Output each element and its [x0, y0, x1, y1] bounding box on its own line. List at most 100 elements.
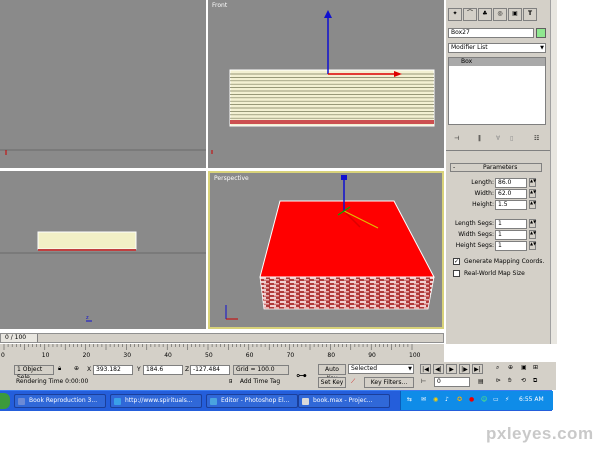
display-tab-icon[interactable]: ▣ — [508, 8, 522, 21]
y-label: Y — [137, 366, 141, 373]
time-slider[interactable]: 0 / 100 — [0, 333, 444, 343]
param-value-field[interactable]: 1 — [495, 219, 527, 229]
taskbar-item-label: Book Reproduction 3... — [29, 397, 98, 404]
taskbar-item[interactable]: Editor - Photoshop El... — [206, 394, 298, 408]
tray-icon-security[interactable]: ◉ — [433, 396, 438, 403]
spinner-arrows-icon[interactable]: ▲▼ — [529, 241, 536, 250]
system-tray: ⇆ ✉ ◉ ♪ ✪ ● ☺ ▭ ⚡ 6:55 AM — [400, 391, 553, 410]
tray-icon-antivirus[interactable]: ● — [469, 396, 474, 403]
param-value-field[interactable]: 1 — [495, 241, 527, 251]
pan-icon[interactable]: ✋︎ — [508, 377, 511, 385]
y-coordinate-field[interactable]: 184.6 — [143, 365, 183, 375]
tray-icon-volume[interactable]: ♪ — [445, 396, 449, 403]
x-label: X — [87, 366, 92, 373]
panel-scrollbar[interactable] — [550, 0, 557, 344]
hierarchy-tab-icon[interactable]: ♣ — [478, 8, 492, 21]
time-tick-label: 10 — [41, 352, 50, 359]
top-view-grid — [0, 149, 206, 155]
remove-modifier-icon[interactable]: ▯ — [510, 135, 513, 142]
parameters-rollout-header[interactable]: - Parameters — [450, 163, 542, 172]
spinner-arrows-icon[interactable]: ▲▼ — [529, 189, 536, 198]
create-tab-icon[interactable]: ✦ — [448, 8, 462, 21]
fov-icon[interactable]: ⊳ — [496, 377, 501, 384]
taskbar-item-label: http://www.spirituals... — [125, 397, 193, 404]
z-coordinate-field[interactable]: -127.484 — [190, 365, 230, 375]
modify-tab-icon[interactable]: ⌒ — [463, 8, 477, 21]
utilities-tab-icon[interactable]: T — [523, 8, 537, 21]
add-time-tag-button[interactable]: Add Time Tag — [232, 377, 288, 388]
x-coordinate-field[interactable]: 393.182 — [93, 365, 133, 375]
goto-end-icon[interactable]: ▶| — [472, 364, 483, 374]
current-frame-field[interactable]: 0 — [434, 377, 470, 387]
auto-key-button[interactable]: Auto Key — [318, 364, 346, 382]
start-button[interactable] — [0, 393, 10, 409]
viewport-top[interactable] — [0, 0, 206, 168]
play-icon[interactable]: ▶ — [446, 364, 457, 374]
tray-icon-update[interactable]: ✪ — [457, 396, 462, 403]
param-value-field[interactable]: 1 — [495, 230, 527, 240]
zoom-icon[interactable]: ⌕ — [496, 364, 499, 372]
key-mode-icon[interactable]: ⊶ — [296, 369, 307, 382]
next-frame-icon[interactable]: |▶ — [459, 364, 470, 374]
collapse-icon: - — [453, 164, 456, 171]
param-value-field[interactable]: 1.5 — [495, 200, 527, 210]
viewport-perspective[interactable]: Perspective — [208, 171, 444, 329]
absolute-mode-icon[interactable]: ⊕ — [74, 365, 79, 372]
left-view-book: z — [0, 231, 206, 322]
param-label: Height Segs: — [455, 242, 494, 249]
param-label: Width: — [474, 190, 494, 197]
spinner-arrows-icon[interactable]: ▲▼ — [529, 219, 536, 228]
key-filters-button[interactable]: Key Filters... — [364, 377, 414, 388]
tray-icon-display[interactable]: ▭ — [493, 396, 499, 403]
real-world-checkbox[interactable] — [453, 270, 460, 277]
param-label: Width Segs: — [458, 231, 494, 238]
key-mode-toggle-icon[interactable]: ⊢ — [421, 378, 426, 385]
motion-tab-icon[interactable]: ◎ — [493, 8, 507, 21]
taskbar-item-label: book.max - Projec... — [313, 397, 373, 404]
track-bar[interactable]: 0 10 20 30 40 50 60 70 80 90 100 — [0, 344, 444, 363]
taskbar-item[interactable]: Book Reproduction 3... — [14, 394, 106, 408]
show-end-result-icon[interactable]: ‖ — [478, 135, 481, 142]
time-tick-label: 80 — [327, 352, 336, 359]
param-value-field[interactable]: 62.0 — [495, 189, 527, 199]
goto-start-icon[interactable]: |◀ — [420, 364, 431, 374]
object-color-swatch[interactable] — [536, 28, 546, 38]
modifier-list-dropdown[interactable]: Modifier List ▼ — [448, 43, 546, 53]
lock-icon[interactable]: 🔒︎ — [58, 365, 61, 373]
tray-icon-messenger[interactable]: ☺ — [481, 396, 487, 403]
chevron-down-icon: ▼ — [540, 45, 544, 51]
stack-item[interactable]: Box — [449, 58, 545, 66]
param-value-field[interactable]: 86.0 — [495, 178, 527, 188]
set-key-button[interactable]: Set Key — [318, 377, 346, 388]
tray-icon-mail[interactable]: ✉ — [421, 396, 426, 403]
param-label: Height: — [472, 201, 494, 208]
spinner-arrows-icon[interactable]: ▲▼ — [529, 230, 536, 239]
real-world-label: Real-World Map Size — [464, 270, 525, 277]
viewport-front[interactable]: Front — [208, 0, 444, 168]
taskbar-item[interactable]: book.max - Projec... — [298, 394, 390, 408]
spinner-arrows-icon[interactable]: ▲▼ — [529, 200, 536, 209]
selected-dropdown[interactable]: Selected ▼ — [348, 364, 414, 374]
maximize-viewport-icon[interactable]: ⧉ — [533, 377, 537, 385]
zoom-extents-all-icon[interactable]: ⊞ — [533, 364, 538, 371]
configure-sets-icon[interactable]: ☷ — [534, 135, 539, 142]
zoom-all-icon[interactable]: ⊕ — [508, 364, 513, 371]
set-key-icon[interactable]: ⟋ — [351, 378, 355, 386]
make-unique-icon[interactable]: ∀ — [496, 135, 500, 142]
pin-stack-icon[interactable]: ⊣ — [454, 135, 459, 142]
zoom-extents-icon[interactable]: ▣ — [521, 364, 527, 371]
prev-frame-icon[interactable]: ◀| — [433, 364, 444, 374]
front-view-book — [211, 10, 435, 154]
tray-icon-network[interactable]: ⇆ — [407, 396, 412, 403]
taskbar-item[interactable]: http://www.spirituals... — [110, 394, 202, 408]
panel-divider — [446, 150, 550, 151]
time-config-icon[interactable]: ▤ — [478, 378, 484, 385]
spinner-arrows-icon[interactable]: ▲▼ — [529, 178, 536, 187]
time-slider-thumb[interactable]: 0 / 100 — [1, 334, 38, 342]
tray-icon-power[interactable]: ⚡ — [505, 396, 509, 403]
param-label: Length Segs: — [454, 220, 494, 227]
generate-mapping-checkbox[interactable]: ✓ — [453, 258, 460, 265]
object-name-field[interactable]: Box27 — [448, 28, 534, 38]
viewport-left[interactable]: z — [0, 171, 206, 329]
orbit-icon[interactable]: ⟲ — [521, 377, 526, 384]
